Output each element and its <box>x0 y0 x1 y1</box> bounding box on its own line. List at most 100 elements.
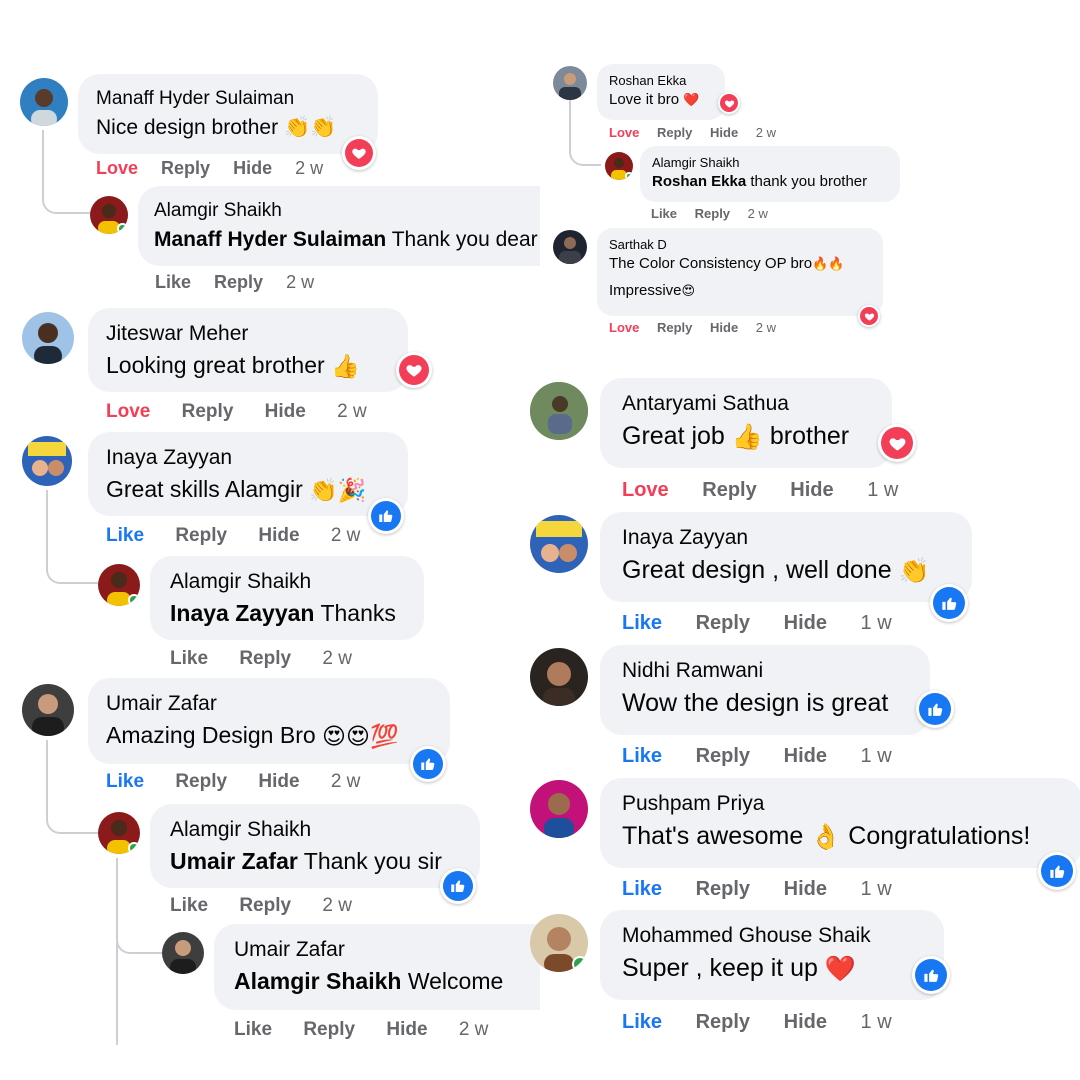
like-reaction-icon[interactable] <box>916 690 954 728</box>
reply-button[interactable]: Reply <box>696 1011 750 1034</box>
heart-reaction-icon[interactable] <box>342 136 376 170</box>
love-button[interactable]: Love <box>106 401 150 423</box>
love-button[interactable]: Love <box>609 320 639 335</box>
clap-party-emoji: 👏🎉 <box>309 477 367 504</box>
like-reaction-icon[interactable] <box>440 868 476 904</box>
avatar[interactable] <box>530 382 588 440</box>
hide-button[interactable]: Hide <box>784 1011 827 1034</box>
mention-link[interactable]: Inaya Zayyan <box>170 600 314 626</box>
red-heart-emoji: ❤️ <box>824 954 857 983</box>
like-reaction-icon[interactable] <box>930 584 968 622</box>
hide-button[interactable]: Hide <box>233 158 272 179</box>
commenter-name[interactable]: Mohammed Ghouse Shaik <box>622 924 922 948</box>
avatar[interactable] <box>98 812 140 854</box>
reply-button[interactable]: Reply <box>175 771 227 793</box>
like-button[interactable]: Like <box>170 648 208 670</box>
like-button[interactable]: Like <box>155 272 191 293</box>
hide-button[interactable]: Hide <box>710 320 738 335</box>
reply-button[interactable]: Reply <box>702 479 756 502</box>
heart-reaction-icon[interactable] <box>718 92 740 114</box>
commenter-name[interactable]: Alamgir Shaikh <box>154 200 540 222</box>
heart-reaction-icon[interactable] <box>396 352 432 388</box>
like-reaction-icon[interactable] <box>410 746 446 782</box>
hide-button[interactable]: Hide <box>784 612 827 635</box>
commenter-name[interactable]: Antaryami Sathua <box>622 392 870 416</box>
reply-button[interactable]: Reply <box>161 158 210 179</box>
hide-button[interactable]: Hide <box>258 525 299 547</box>
hide-button[interactable]: Hide <box>784 878 827 901</box>
avatar[interactable] <box>162 932 204 974</box>
hide-button[interactable]: Hide <box>258 771 299 793</box>
hide-button[interactable]: Hide <box>790 479 833 502</box>
commenter-name[interactable]: Umair Zafar <box>106 692 432 716</box>
commenter-name[interactable]: Umair Zafar <box>234 938 540 962</box>
like-button[interactable]: Like <box>234 1019 272 1041</box>
reply-button[interactable]: Reply <box>182 401 234 423</box>
like-button[interactable]: Like <box>106 771 144 793</box>
mention-link[interactable]: Manaff Hyder Sulaiman <box>154 228 386 251</box>
like-button[interactable]: Like <box>651 206 677 221</box>
reply-button[interactable]: Reply <box>696 745 750 768</box>
reply-button[interactable]: Reply <box>239 895 291 917</box>
like-button[interactable]: Like <box>622 745 662 768</box>
commenter-name[interactable]: Inaya Zayyan <box>622 526 950 550</box>
avatar[interactable] <box>530 780 588 838</box>
comment-actions: Love Reply Hide 1 w <box>622 479 898 502</box>
commenter-name[interactable]: Pushpam Priya <box>622 792 1060 816</box>
avatar[interactable] <box>22 684 74 736</box>
commenter-name[interactable]: Jiteswar Meher <box>106 322 390 346</box>
avatar[interactable] <box>98 564 140 606</box>
like-reaction-icon[interactable] <box>368 498 404 534</box>
avatar[interactable] <box>530 515 588 573</box>
avatar[interactable] <box>605 152 633 180</box>
avatar[interactable] <box>553 230 587 264</box>
mention-link[interactable]: Alamgir Shaikh <box>234 968 401 994</box>
thread-line <box>46 740 98 834</box>
love-button[interactable]: Love <box>622 479 669 502</box>
reply-button[interactable]: Reply <box>303 1019 355 1041</box>
like-button[interactable]: Like <box>106 525 144 547</box>
like-button[interactable]: Like <box>622 878 662 901</box>
hide-button[interactable]: Hide <box>386 1019 427 1041</box>
reply-button[interactable]: Reply <box>175 525 227 547</box>
comment-actions: Like Reply 2 w <box>155 272 314 293</box>
comment-text: Thank you sir <box>297 848 442 874</box>
avatar[interactable] <box>530 648 588 706</box>
like-button[interactable]: Like <box>622 612 662 635</box>
heart-reaction-icon[interactable] <box>878 424 916 462</box>
reply-button[interactable]: Reply <box>657 320 692 335</box>
commenter-name[interactable]: Roshan Ekka <box>609 73 713 88</box>
love-button[interactable]: Love <box>96 158 138 179</box>
commenter-name[interactable]: Sarthak D <box>609 237 871 252</box>
reply-button[interactable]: Reply <box>695 206 730 221</box>
reply-button[interactable]: Reply <box>657 125 692 140</box>
commenter-name[interactable]: Manaff Hyder Sulaiman <box>96 88 360 110</box>
love-button[interactable]: Love <box>609 125 639 140</box>
mention-link[interactable]: Umair Zafar <box>170 848 298 874</box>
commenter-name[interactable]: Alamgir Shaikh <box>170 570 404 594</box>
avatar[interactable] <box>530 914 588 972</box>
commenter-name[interactable]: Alamgir Shaikh <box>170 818 460 842</box>
hide-button[interactable]: Hide <box>265 401 306 423</box>
reply-button[interactable]: Reply <box>696 878 750 901</box>
like-button[interactable]: Like <box>622 1011 662 1034</box>
mention-link[interactable]: Roshan Ekka <box>652 173 746 190</box>
like-reaction-icon[interactable] <box>912 956 950 994</box>
commenter-name[interactable]: Alamgir Shaikh <box>652 155 888 170</box>
reply-button[interactable]: Reply <box>696 612 750 635</box>
reply-button[interactable]: Reply <box>214 272 263 293</box>
commenter-name[interactable]: Inaya Zayyan <box>106 446 390 470</box>
hide-button[interactable]: Hide <box>710 125 738 140</box>
avatar[interactable] <box>22 312 74 364</box>
avatar[interactable] <box>90 196 128 234</box>
avatar[interactable] <box>22 436 72 486</box>
commenter-name[interactable]: Nidhi Ramwani <box>622 659 908 683</box>
avatar[interactable] <box>20 78 68 126</box>
reply-button[interactable]: Reply <box>239 648 291 670</box>
avatar[interactable] <box>553 66 587 100</box>
comment-actions: Like Reply Hide 1 w <box>622 745 892 768</box>
like-button[interactable]: Like <box>170 895 208 917</box>
heart-reaction-icon[interactable] <box>858 305 880 327</box>
hide-button[interactable]: Hide <box>784 745 827 768</box>
like-reaction-icon[interactable] <box>1038 852 1076 890</box>
